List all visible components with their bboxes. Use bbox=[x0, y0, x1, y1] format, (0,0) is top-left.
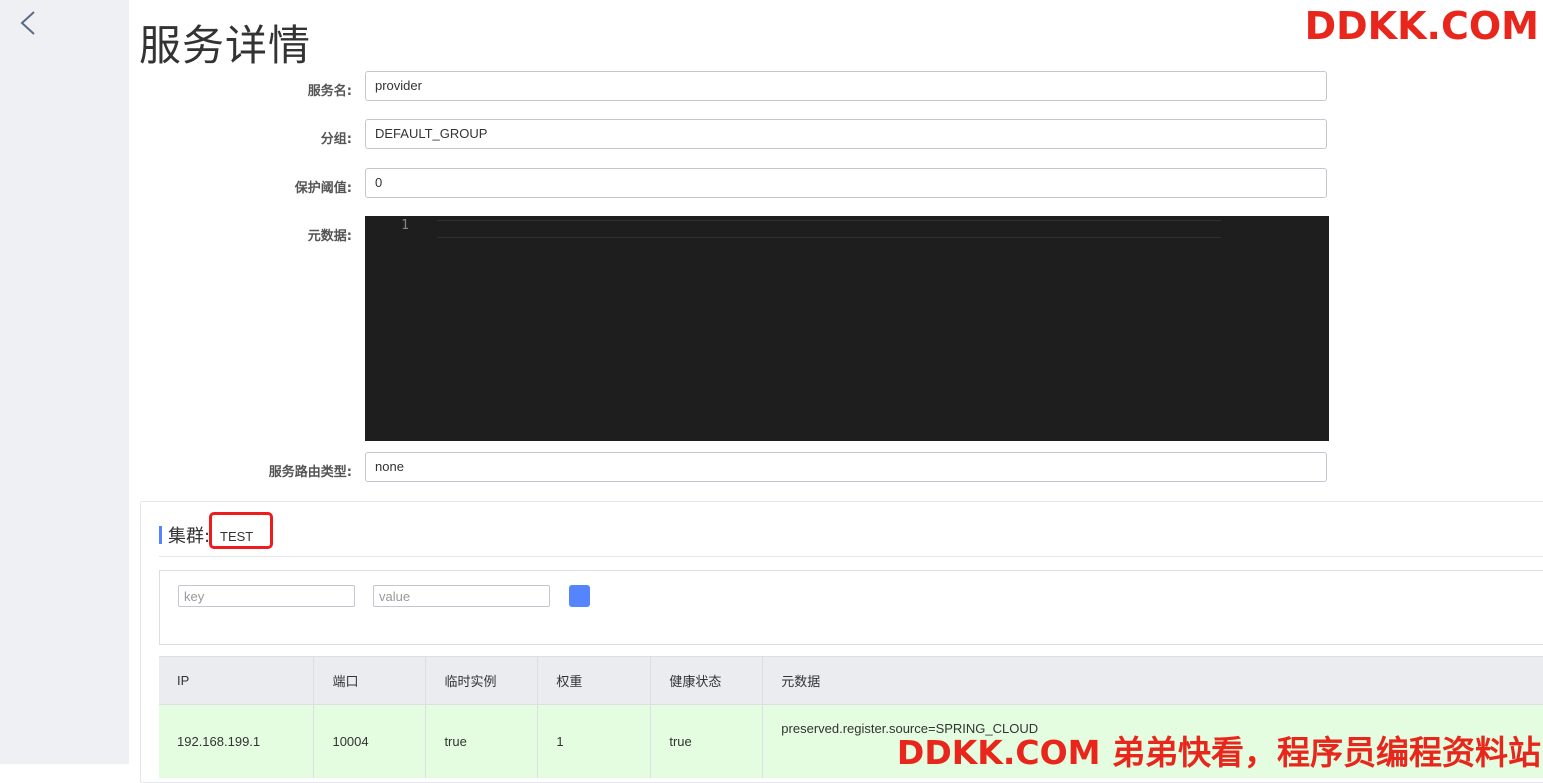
group-label: 分组: bbox=[320, 132, 352, 147]
cell-ephemeral: true bbox=[425, 704, 539, 778]
column-header-ephemeral: 临时实例 bbox=[425, 656, 539, 705]
cluster-divider bbox=[159, 556, 1543, 557]
watermark-bottom: DDKK.COM 弟弟快看，程序员编程资料站 bbox=[896, 733, 1541, 772]
metadata-filter-panel bbox=[159, 570, 1543, 645]
filter-value-input[interactable] bbox=[373, 585, 550, 607]
protect-threshold-label: 保护阈值: bbox=[294, 181, 352, 196]
group-field[interactable]: DEFAULT_GROUP bbox=[365, 119, 1327, 149]
cell-healthy: true bbox=[650, 704, 764, 778]
service-name-field[interactable]: provider bbox=[365, 71, 1327, 101]
add-filter-button[interactable] bbox=[569, 585, 590, 607]
cluster-name: TEST bbox=[220, 529, 254, 544]
sidebar bbox=[0, 0, 129, 764]
chevron-left-icon bbox=[14, 8, 42, 38]
page-title: 服务详情 bbox=[139, 21, 312, 70]
selector-type-label: 服务路由类型: bbox=[268, 465, 352, 480]
filter-key-input[interactable] bbox=[178, 585, 355, 607]
editor-current-line bbox=[437, 220, 1221, 238]
column-header-healthy: 健康状态 bbox=[650, 656, 764, 705]
cell-weight: 1 bbox=[537, 704, 652, 778]
column-header-weight: 权重 bbox=[537, 656, 652, 705]
table-header-row: IP 端口 临时实例 权重 健康状态 元数据 bbox=[159, 656, 1543, 705]
column-header-metadata: 元数据 bbox=[762, 656, 1543, 705]
metadata-editor[interactable]: 1 bbox=[365, 216, 1329, 441]
watermark-top: DDKK.COM bbox=[1304, 4, 1539, 48]
metadata-label: 元数据: bbox=[307, 229, 352, 244]
service-name-label: 服务名: bbox=[307, 84, 352, 99]
cell-port: 10004 bbox=[313, 704, 427, 778]
cluster-header: 集群: bbox=[159, 524, 211, 547]
column-header-port: 端口 bbox=[313, 656, 427, 705]
cluster-title-bar bbox=[159, 526, 162, 544]
editor-line-number: 1 bbox=[401, 218, 409, 233]
protect-threshold-field[interactable]: 0 bbox=[365, 168, 1327, 198]
column-header-ip: IP bbox=[159, 656, 315, 705]
back-button[interactable] bbox=[14, 8, 42, 38]
selector-type-field[interactable]: none bbox=[365, 452, 1327, 482]
cell-ip: 192.168.199.1 bbox=[159, 704, 315, 778]
main-content: 服务详情 服务名: provider 分组: DEFAULT_GROUP 保护阈… bbox=[129, 0, 1543, 783]
cluster-title: 集群: bbox=[168, 526, 211, 547]
